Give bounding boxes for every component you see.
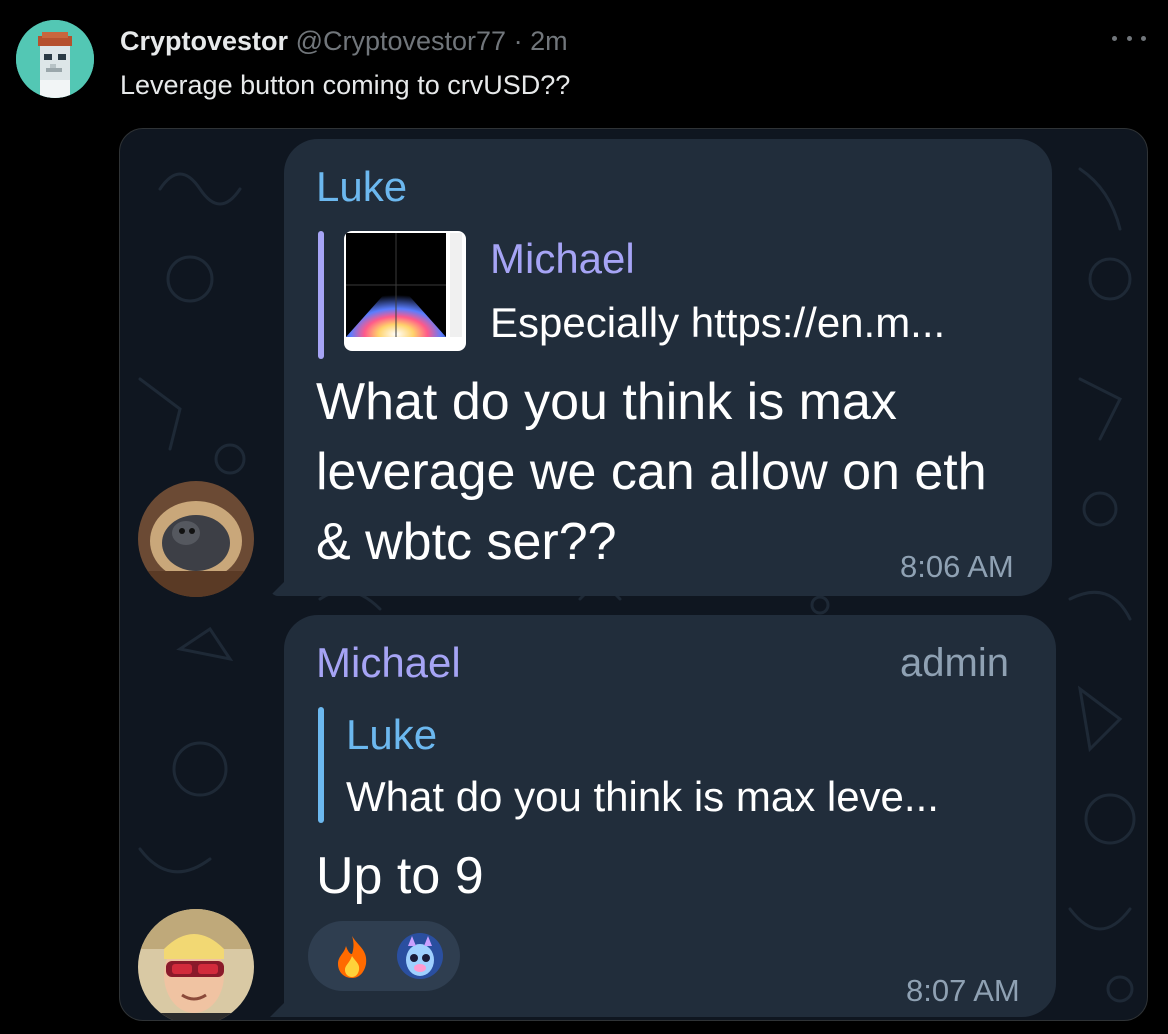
tweet-media-image[interactable]: Luke Michael Especially https://en.m... … xyxy=(119,128,1148,1021)
more-options-icon[interactable] xyxy=(1112,26,1146,50)
man-with-goggles-photo-icon xyxy=(138,909,254,1020)
message-bubble-luke[interactable]: Luke Michael Especially https://en.m... … xyxy=(284,139,1052,596)
author-handle[interactable]: @Cryptovestor77 xyxy=(296,26,507,56)
tweet-header: Cryptovestor @Cryptovestor77 · 2m xyxy=(120,26,568,56)
message-sender-name[interactable]: Michael xyxy=(316,639,461,687)
reply-sender-name: Luke xyxy=(346,711,438,758)
admin-badge: admin xyxy=(900,641,1009,685)
reply-thumbnail[interactable] xyxy=(344,231,466,351)
michael-avatar[interactable] xyxy=(138,909,254,1020)
pixel-punk-icon xyxy=(16,20,94,98)
tweet-timestamp[interactable]: 2m xyxy=(530,26,568,56)
reply-sender-name: Michael xyxy=(490,235,635,282)
header-separator: · xyxy=(513,26,523,56)
author-display-name[interactable]: Cryptovestor xyxy=(120,26,288,56)
message-sender-name[interactable]: Luke xyxy=(316,163,407,211)
message-text: What do you think is max leverage we can… xyxy=(316,373,987,571)
dog-photo-icon xyxy=(138,481,254,597)
luke-avatar[interactable] xyxy=(138,481,254,597)
reply-preview-text: Especially https://en.m... xyxy=(490,299,946,346)
message-reactions[interactable] xyxy=(308,921,460,991)
message-text: Up to 9 xyxy=(316,847,484,905)
tweet-text: Leverage button coming to crvUSD?? xyxy=(120,70,571,100)
spectrum-image-icon xyxy=(346,233,462,337)
tweet-author-avatar[interactable] xyxy=(16,20,94,98)
reply-preview-text: What do you think is max leve... xyxy=(346,773,939,820)
reply-quote-bar xyxy=(318,231,324,359)
message-time: 8:06 AM xyxy=(900,549,1014,584)
alien-llama-sticker-icon[interactable] xyxy=(396,932,444,980)
message-time: 8:07 AM xyxy=(906,973,1020,1008)
fire-emoji-icon[interactable] xyxy=(328,932,376,980)
reply-quote-bar xyxy=(318,707,324,823)
